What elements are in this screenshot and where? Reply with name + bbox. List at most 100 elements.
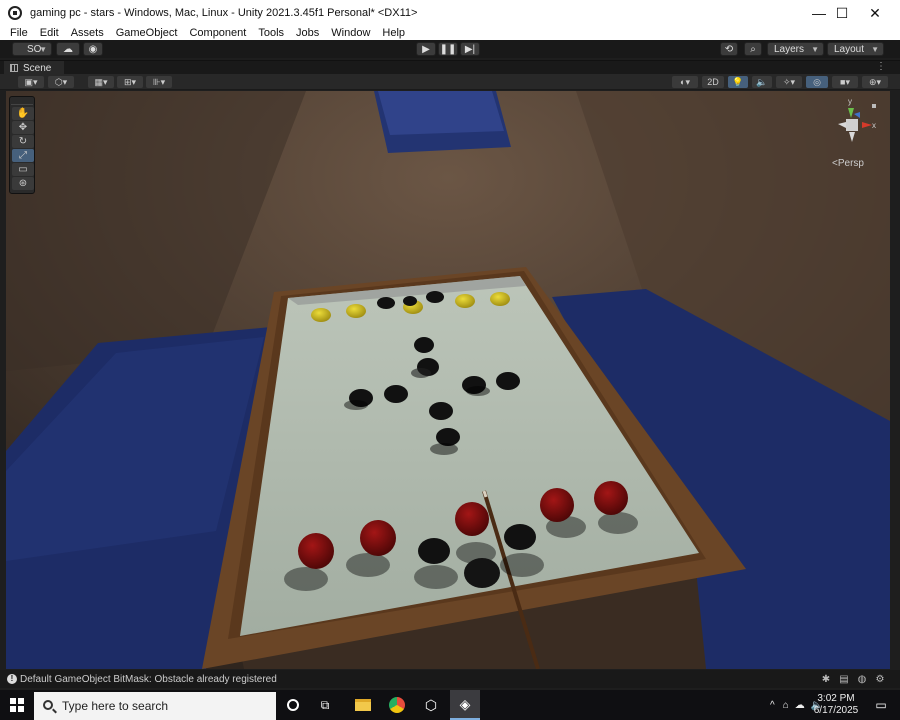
search-button[interactable]: ⌕ bbox=[744, 42, 762, 56]
layout-dropdown[interactable]: Layout ▼ bbox=[827, 42, 884, 56]
unity-hub-icon: ⬡ bbox=[424, 696, 438, 713]
speaker-icon: 🔈 bbox=[756, 76, 768, 87]
network-icon[interactable]: ⌂ bbox=[783, 700, 789, 711]
camera-settings-dropdown[interactable]: ■▾ bbox=[832, 76, 858, 88]
pause-button[interactable]: ❚❚ bbox=[438, 42, 458, 56]
unity-editor-button[interactable]: ◈ bbox=[450, 690, 480, 720]
transform-tool-button[interactable]: ⊛ bbox=[12, 177, 34, 190]
kebab-menu-icon[interactable]: ⋮ bbox=[876, 61, 886, 73]
menu-window[interactable]: Window bbox=[325, 26, 376, 40]
lock-icon[interactable] bbox=[872, 104, 876, 108]
grid-snap-dropdown[interactable]: ▦▾ bbox=[88, 76, 114, 88]
menu-component[interactable]: Component bbox=[183, 26, 252, 40]
menu-gameobject[interactable]: GameObject bbox=[110, 26, 184, 40]
taskbar-clock[interactable]: 3:02 PM 6/17/2025 bbox=[810, 693, 862, 717]
status-bar: ! Default GameObject BitMask: Obstacle a… bbox=[0, 670, 900, 688]
gizmo-y-axis[interactable] bbox=[848, 108, 854, 118]
history-icon: ⟲ bbox=[724, 43, 734, 55]
tab-scene[interactable]: Scene bbox=[4, 61, 64, 75]
shading-mode-dropdown[interactable]: ◐▾ bbox=[672, 76, 698, 88]
onedrive-icon[interactable]: ☁ bbox=[795, 700, 805, 711]
scale-icon: ⤢ bbox=[19, 150, 27, 161]
projection-toggle[interactable]: <Persp bbox=[832, 158, 864, 169]
incremental-snap-dropdown[interactable]: ⊪▾ bbox=[146, 76, 172, 88]
orientation-gizmo[interactable]: y x bbox=[824, 96, 880, 156]
taskbar-search-input[interactable]: Type here to search bbox=[34, 692, 276, 720]
gizmos-dropdown[interactable]: ⊕▾ bbox=[862, 76, 888, 88]
cache-icon[interactable]: ▤ bbox=[838, 673, 850, 685]
settings-icon[interactable]: ⚙ bbox=[874, 673, 886, 685]
move-tool-button[interactable]: ✥ bbox=[12, 121, 34, 134]
cloud-button[interactable]: ☁ bbox=[56, 42, 80, 56]
lighting-toggle[interactable]: 💡 bbox=[728, 76, 748, 88]
rect-tool-button[interactable]: ▭ bbox=[12, 163, 34, 176]
menu-tools[interactable]: Tools bbox=[252, 26, 290, 40]
windows-logo-icon bbox=[10, 698, 24, 712]
chrome-icon bbox=[389, 697, 405, 713]
gizmo-center-cube[interactable] bbox=[846, 119, 858, 131]
pivot-dropdown[interactable]: ⬡▾ bbox=[48, 76, 74, 88]
scene-viewport[interactable] bbox=[6, 91, 890, 669]
menu-edit[interactable]: Edit bbox=[34, 26, 65, 40]
grid-icon: ▦▾ bbox=[94, 76, 108, 87]
audio-toggle[interactable]: 🔈 bbox=[752, 76, 772, 88]
clock-time: 3:02 PM bbox=[817, 693, 855, 704]
chrome-button[interactable] bbox=[382, 690, 412, 720]
start-button[interactable] bbox=[0, 690, 34, 720]
play-button[interactable]: ▶ bbox=[416, 42, 436, 56]
search-icon: ⌕ bbox=[750, 43, 756, 55]
scene-grid-icon bbox=[10, 64, 18, 72]
palette-drag-handle[interactable] bbox=[11, 99, 33, 105]
gizmo-z-axis[interactable] bbox=[854, 112, 860, 118]
chevron-down-icon: ▼ bbox=[39, 45, 47, 54]
bug-icon[interactable]: ✱ bbox=[820, 673, 832, 685]
camera-icon: ■▾ bbox=[840, 76, 850, 87]
chevron-down-icon: ▼ bbox=[811, 45, 819, 54]
effects-dropdown[interactable]: ✧▾ bbox=[776, 76, 802, 88]
menu-file[interactable]: File bbox=[0, 26, 34, 40]
gizmo-neg-y-axis[interactable] bbox=[849, 132, 855, 142]
rotate-tool-button[interactable]: ↻ bbox=[12, 135, 34, 148]
hand-tool-button[interactable]: ✋ bbox=[12, 107, 34, 120]
cortana-button[interactable] bbox=[278, 690, 308, 720]
menu-jobs[interactable]: Jobs bbox=[290, 26, 325, 40]
transform-tool-palette: ✋ ✥ ↻ ⤢ ▭ ⊛ bbox=[9, 96, 35, 194]
rotate-icon: ↻ bbox=[18, 136, 28, 147]
toggle-2d-button[interactable]: 2D bbox=[702, 76, 724, 88]
step-icon: ▶| bbox=[464, 43, 476, 55]
layers-label: Layers bbox=[774, 43, 805, 55]
hidden-objects-toggle[interactable]: ◎ bbox=[806, 76, 828, 88]
tab-scene-label: Scene bbox=[23, 62, 52, 74]
window-titlebar: gaming pc - stars - Windows, Mac, Linux … bbox=[0, 0, 900, 26]
scale-tool-button[interactable]: ⤢ bbox=[12, 149, 34, 162]
clock-date: 6/17/2025 bbox=[813, 705, 859, 716]
step-button[interactable]: ▶| bbox=[460, 42, 480, 56]
rect-icon: ▭ bbox=[18, 164, 28, 175]
collab-button[interactable]: ◉ bbox=[83, 42, 103, 56]
windows-taskbar: Type here to search ⧉ ⬡ ◈ ^ ⌂ ☁ 🔈 3:02 P… bbox=[0, 690, 900, 720]
progress-icon[interactable]: ◍ bbox=[856, 673, 868, 685]
menu-assets[interactable]: Assets bbox=[65, 26, 110, 40]
account-dropdown[interactable]: SO ▼ bbox=[12, 42, 52, 56]
info-icon: ! bbox=[7, 674, 17, 684]
unity-hub-button[interactable]: ⬡ bbox=[416, 690, 446, 720]
gizmo-x-axis[interactable] bbox=[862, 122, 872, 128]
close-button[interactable]: ✕ bbox=[852, 0, 898, 26]
hand-icon: ✋ bbox=[16, 108, 30, 119]
draw-mode-dropdown[interactable]: ▣▾ bbox=[18, 76, 44, 88]
task-view-button[interactable]: ⧉ bbox=[310, 690, 340, 720]
history-button[interactable]: ⟲ bbox=[720, 42, 738, 56]
menu-help[interactable]: Help bbox=[376, 26, 411, 40]
cortana-icon bbox=[287, 699, 299, 711]
console-message[interactable]: Default GameObject BitMask: Obstacle alr… bbox=[20, 674, 277, 685]
layers-dropdown[interactable]: Layers ▼ bbox=[767, 42, 824, 56]
tray-chevron-up-icon[interactable]: ^ bbox=[770, 700, 775, 711]
pause-icon: ❚❚ bbox=[439, 43, 457, 55]
notifications-button[interactable]: ▭ bbox=[866, 690, 896, 720]
gizmo-neg-x-axis[interactable] bbox=[838, 122, 846, 128]
unity-logo-icon bbox=[8, 6, 22, 20]
snap-increment-dropdown[interactable]: ⊞▾ bbox=[117, 76, 143, 88]
gizmo-x-label: x bbox=[872, 121, 876, 130]
target-icon: ◉ bbox=[88, 43, 98, 55]
file-explorer-button[interactable] bbox=[348, 690, 378, 720]
